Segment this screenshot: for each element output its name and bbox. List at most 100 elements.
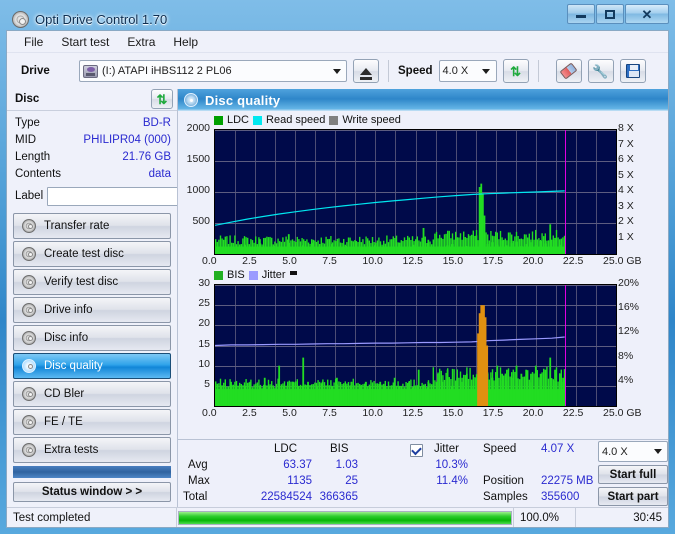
stats-avg-bis: 1.03 bbox=[335, 459, 358, 471]
save-button[interactable] bbox=[619, 59, 646, 83]
sidebar-label: Verify test disc bbox=[44, 275, 119, 288]
x-axis-tick: 22.5 bbox=[562, 407, 584, 419]
sidebar-label: Disc quality bbox=[44, 359, 103, 372]
minimize-button[interactable] bbox=[567, 4, 595, 24]
stats-avg-jitter: 10.3% bbox=[435, 459, 468, 471]
chart-legend-top: LDC Read speed Write speed bbox=[214, 114, 401, 126]
sidebar-item-disc-quality[interactable]: Disc quality bbox=[13, 352, 171, 379]
menu-extra[interactable]: Extra bbox=[118, 33, 164, 51]
start-full-button[interactable]: Start full bbox=[598, 465, 668, 484]
y-axis-tick: 1500 bbox=[186, 153, 210, 165]
sidebar-item-drive-info[interactable]: Drive info bbox=[13, 296, 171, 323]
y-axis-tick: 5 bbox=[204, 377, 210, 390]
maximize-button[interactable] bbox=[596, 4, 624, 24]
disc-icon bbox=[22, 218, 36, 233]
secondary-y-axis-tick: 4% bbox=[618, 373, 634, 386]
charts-area: LDC Read speed Write speed 500 1000 1500 20… bbox=[178, 111, 668, 439]
refresh-disc-button[interactable]: ⇅ bbox=[151, 89, 173, 110]
secondary-y-axis-tick: 4 X bbox=[618, 184, 634, 196]
x-axis-tick: 22.5 bbox=[562, 255, 584, 267]
x-axis-tick: 2.5 bbox=[242, 407, 257, 419]
sidebar-item-extra-tests[interactable]: Extra tests bbox=[13, 436, 171, 463]
sidebar-item-create-test-disc[interactable]: Create test disc bbox=[13, 240, 171, 267]
y-axis-tick: 30 bbox=[198, 277, 210, 289]
status-window-button[interactable]: Status window > > bbox=[13, 481, 171, 503]
x-axis-tick: 20.0 bbox=[522, 407, 544, 419]
start-part-button[interactable]: Start part bbox=[598, 487, 668, 506]
stats-total-ldc: 22584524 bbox=[260, 491, 312, 503]
disc-panel-header: Disc ⇅ bbox=[7, 89, 177, 111]
stats-row-label-max: Max bbox=[188, 475, 210, 487]
progress-track bbox=[178, 510, 512, 525]
legend-label-write-speed: Write speed bbox=[342, 114, 401, 126]
disc-row-contents: Contents data bbox=[15, 166, 171, 183]
sidebar-label: Transfer rate bbox=[44, 219, 110, 232]
sidebar-label: Drive info bbox=[44, 303, 93, 316]
x-axis-tick: 17.5 bbox=[482, 255, 504, 267]
x-axis-tick: 20.0 bbox=[522, 255, 544, 267]
legend-swatch-jitter bbox=[248, 270, 258, 280]
disc-icon bbox=[22, 442, 36, 457]
erase-button[interactable] bbox=[555, 59, 582, 83]
stats-key-speed: Speed bbox=[483, 443, 517, 455]
sidebar-item-fe-te[interactable]: FE / TE bbox=[13, 408, 171, 435]
secondary-y-axis-tick: 2 X bbox=[618, 215, 634, 227]
sidebar-item-verify-test-disc[interactable]: Verify test disc bbox=[13, 268, 171, 295]
close-icon: ✕ bbox=[641, 6, 653, 22]
drive-select[interactable]: (I:) ATAPI iHBS112 2 PL06 bbox=[79, 60, 347, 82]
disc-key-type: Type bbox=[15, 117, 40, 130]
chevron-down-icon bbox=[650, 442, 665, 461]
settings-button[interactable]: 🔧 bbox=[587, 59, 614, 83]
legend-label-bis: BIS bbox=[227, 269, 245, 281]
disc-icon bbox=[22, 302, 36, 317]
toolbar-divider-2 bbox=[537, 60, 539, 82]
disc-value-contents: data bbox=[148, 168, 171, 181]
app-icon bbox=[12, 10, 29, 28]
stats-value-samples: 355600 bbox=[541, 491, 580, 503]
secondary-y-axis-tick: 1 X bbox=[618, 230, 634, 243]
x-axis-tick: 12.5 bbox=[402, 407, 423, 419]
client-area: File Start test Extra Help Drive (I:) AT… bbox=[6, 30, 669, 528]
close-button[interactable]: ✕ bbox=[625, 4, 669, 24]
y-axis-tick: 1000 bbox=[186, 184, 210, 196]
disc-icon bbox=[22, 330, 36, 345]
speed-select[interactable]: 4.0 X bbox=[438, 60, 497, 82]
floppy-disk-icon bbox=[625, 64, 640, 78]
status-text: Test completed bbox=[7, 508, 177, 527]
sidebar-label: Disc info bbox=[44, 331, 89, 344]
disc-label-row: Label bbox=[15, 185, 251, 207]
menu-bar: File Start test Extra Help bbox=[7, 31, 668, 53]
toolbar: Drive (I:) ATAPI iHBS112 2 PL06 Speed 4.… bbox=[7, 53, 668, 89]
content-pane: Disc quality LDC Read speed Write speed bbox=[177, 89, 668, 507]
eject-button[interactable] bbox=[353, 59, 379, 83]
test-speed-select[interactable]: 4.0 X bbox=[598, 441, 668, 462]
jitter-checkbox[interactable] bbox=[410, 444, 423, 457]
menu-start-test[interactable]: Start test bbox=[52, 33, 118, 51]
stats-header-ldc: LDC bbox=[274, 443, 298, 455]
x-axis-tick: 10.0 bbox=[362, 407, 383, 419]
refresh-arrows-icon: ⇅ bbox=[510, 63, 521, 79]
menu-help[interactable]: Help bbox=[164, 33, 207, 51]
speed-select-value: 4.0 X bbox=[442, 65, 469, 77]
chevron-down-icon bbox=[329, 61, 344, 81]
x-axis-tick: 15.0 bbox=[442, 255, 464, 267]
disc-quality-icon bbox=[184, 93, 198, 107]
x-axis-tick: 10.0 bbox=[362, 255, 383, 267]
x-axis-tick: 17.5 bbox=[482, 407, 504, 419]
sidebar-label: FE / TE bbox=[44, 415, 83, 428]
sidebar-item-cd-bler[interactable]: CD Bler bbox=[13, 380, 171, 407]
sidebar-item-transfer-rate[interactable]: Transfer rate bbox=[13, 212, 171, 239]
sidebar-item-disc-info[interactable]: Disc info bbox=[13, 324, 171, 351]
minimize-icon bbox=[576, 15, 586, 18]
disc-row-type: Type BD-R bbox=[15, 115, 171, 132]
x-axis-tick: 7.5 bbox=[322, 407, 337, 419]
x-axis-tick: 0.0 bbox=[202, 407, 217, 419]
y-axis-tick: 10 bbox=[198, 357, 210, 370]
refresh-button[interactable]: ⇅ bbox=[502, 59, 529, 83]
maximize-icon bbox=[605, 9, 615, 19]
stats-value-speed: 4.07 X bbox=[541, 443, 575, 455]
secondary-y-axis-tick: 16% bbox=[618, 301, 640, 314]
disc-icon bbox=[22, 246, 36, 261]
legend-swatch-bis bbox=[214, 270, 223, 280]
menu-file[interactable]: File bbox=[15, 33, 52, 51]
